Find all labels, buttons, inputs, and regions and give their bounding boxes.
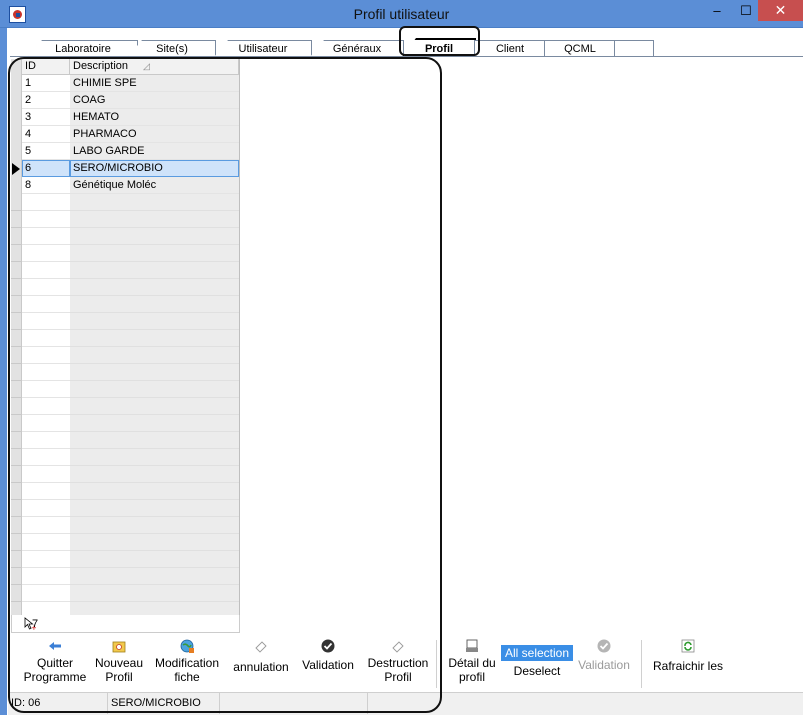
tab-sites[interactable]: Site(s) — [128, 40, 216, 57]
all-selection-button[interactable]: All selection — [500, 645, 574, 661]
column-header-id[interactable]: ID — [22, 59, 70, 75]
status-bar: ID: 06 SERO/MICROBIO — [8, 692, 803, 715]
cell-id[interactable]: 1 — [22, 75, 70, 92]
cell-description[interactable]: Génétique Moléc — [70, 177, 239, 194]
toolbar-separator — [436, 640, 437, 688]
minimize-button[interactable]: – — [700, 0, 734, 21]
window-title: Profil utilisateur — [353, 6, 450, 22]
empty-id-column — [22, 194, 70, 616]
tab-profil[interactable]: Profil — [402, 38, 476, 57]
refresh-icon — [681, 639, 695, 653]
deselect-button[interactable]: Deselect — [499, 664, 575, 678]
new-profile-label: Nouveau Profil — [94, 656, 144, 684]
new-row-bar[interactable]: + 7 — [11, 615, 240, 633]
tab-strip: Laboratoire Site(s) Utilisateur Généraux… — [0, 38, 660, 57]
delete-profile-button[interactable]: Destruction Profil — [363, 636, 433, 690]
check-circle-icon — [597, 639, 611, 653]
refresh-button[interactable]: Rafraichir les — [649, 636, 727, 690]
check-circle-icon — [321, 639, 335, 653]
cell-id-selected[interactable]: 6 — [22, 160, 70, 177]
modify-record-button[interactable]: Modification fiche — [149, 636, 225, 690]
validation-disabled-button[interactable]: Validation — [573, 636, 635, 690]
cell-id[interactable]: 5 — [22, 143, 70, 160]
maximize-button[interactable]: ☐ — [734, 0, 758, 21]
cell-id[interactable]: 8 — [22, 177, 70, 194]
new-profile-button[interactable]: Nouveau Profil — [91, 636, 147, 690]
cell-description[interactable]: LABO GARDE — [70, 143, 239, 160]
arrow-left-icon — [49, 642, 61, 650]
printer-icon — [466, 639, 478, 652]
validate-button[interactable]: Validation — [295, 636, 361, 690]
cell-description[interactable]: HEMATO — [70, 109, 239, 126]
eraser-icon — [255, 641, 267, 653]
quit-button[interactable]: Quitter Programme — [19, 636, 91, 690]
current-row-indicator-icon — [12, 163, 20, 175]
toolbar-separator — [641, 640, 642, 688]
tab-utilisateur[interactable]: Utilisateur — [214, 40, 312, 57]
quit-label: Quitter Programme — [23, 656, 87, 684]
cell-id[interactable]: 3 — [22, 109, 70, 126]
tab-laboratoire[interactable]: Laboratoire — [28, 40, 138, 57]
close-button[interactable]: ✕ — [758, 0, 803, 21]
new-folder-icon — [112, 641, 126, 653]
cell-description[interactable]: CHIMIE SPE — [70, 75, 239, 92]
toolbar: Quitter Programme Nouveau Profil Modific… — [11, 636, 803, 690]
cell-description[interactable]: COAG — [70, 92, 239, 109]
refresh-label: Rafraichir les — [652, 659, 724, 673]
sort-indicator-icon: ◿ — [143, 61, 150, 71]
cancel-button[interactable]: annulation — [227, 636, 295, 690]
globe-edit-icon — [180, 639, 194, 653]
validate-label: Validation — [302, 658, 354, 672]
column-header-description[interactable]: Description ◿ — [70, 59, 239, 75]
tab-client[interactable]: Client — [474, 40, 546, 57]
validation-disabled-label: Validation — [578, 658, 630, 672]
delete-profile-label: Destruction Profil — [367, 656, 429, 684]
eraser-icon — [392, 641, 404, 653]
status-description: SERO/MICROBIO — [108, 693, 220, 714]
column-header-description-label: Description — [73, 60, 129, 72]
tab-underline — [10, 56, 803, 57]
profile-grid[interactable]: ID Description ◿ 1 CHIMIE SPE 2 COAG 3 H… — [11, 59, 240, 616]
profile-detail-button[interactable]: Détail du profil — [443, 636, 501, 690]
cell-id[interactable]: 2 — [22, 92, 70, 109]
record-count: 7 — [32, 618, 39, 630]
cell-description-selected[interactable]: SERO/MICROBIO — [70, 160, 239, 177]
selection-group: All selection Deselect — [499, 636, 575, 690]
empty-row-headers — [11, 194, 22, 616]
modify-record-label: Modification fiche — [154, 656, 220, 684]
cancel-label: annulation — [233, 660, 289, 674]
title-bar: Profil utilisateur – ☐ ✕ — [0, 0, 803, 28]
cell-description[interactable]: PHARMACO — [70, 126, 239, 143]
tab-generaux[interactable]: Généraux — [310, 40, 404, 57]
status-panel — [220, 693, 368, 714]
tab-empty[interactable] — [614, 40, 654, 57]
status-id: ID: 06 — [8, 693, 108, 714]
profile-detail-label: Détail du profil — [448, 656, 496, 684]
empty-description-column — [70, 194, 239, 616]
cell-id[interactable]: 4 — [22, 126, 70, 143]
tab-qcml[interactable]: QCML — [544, 40, 616, 57]
